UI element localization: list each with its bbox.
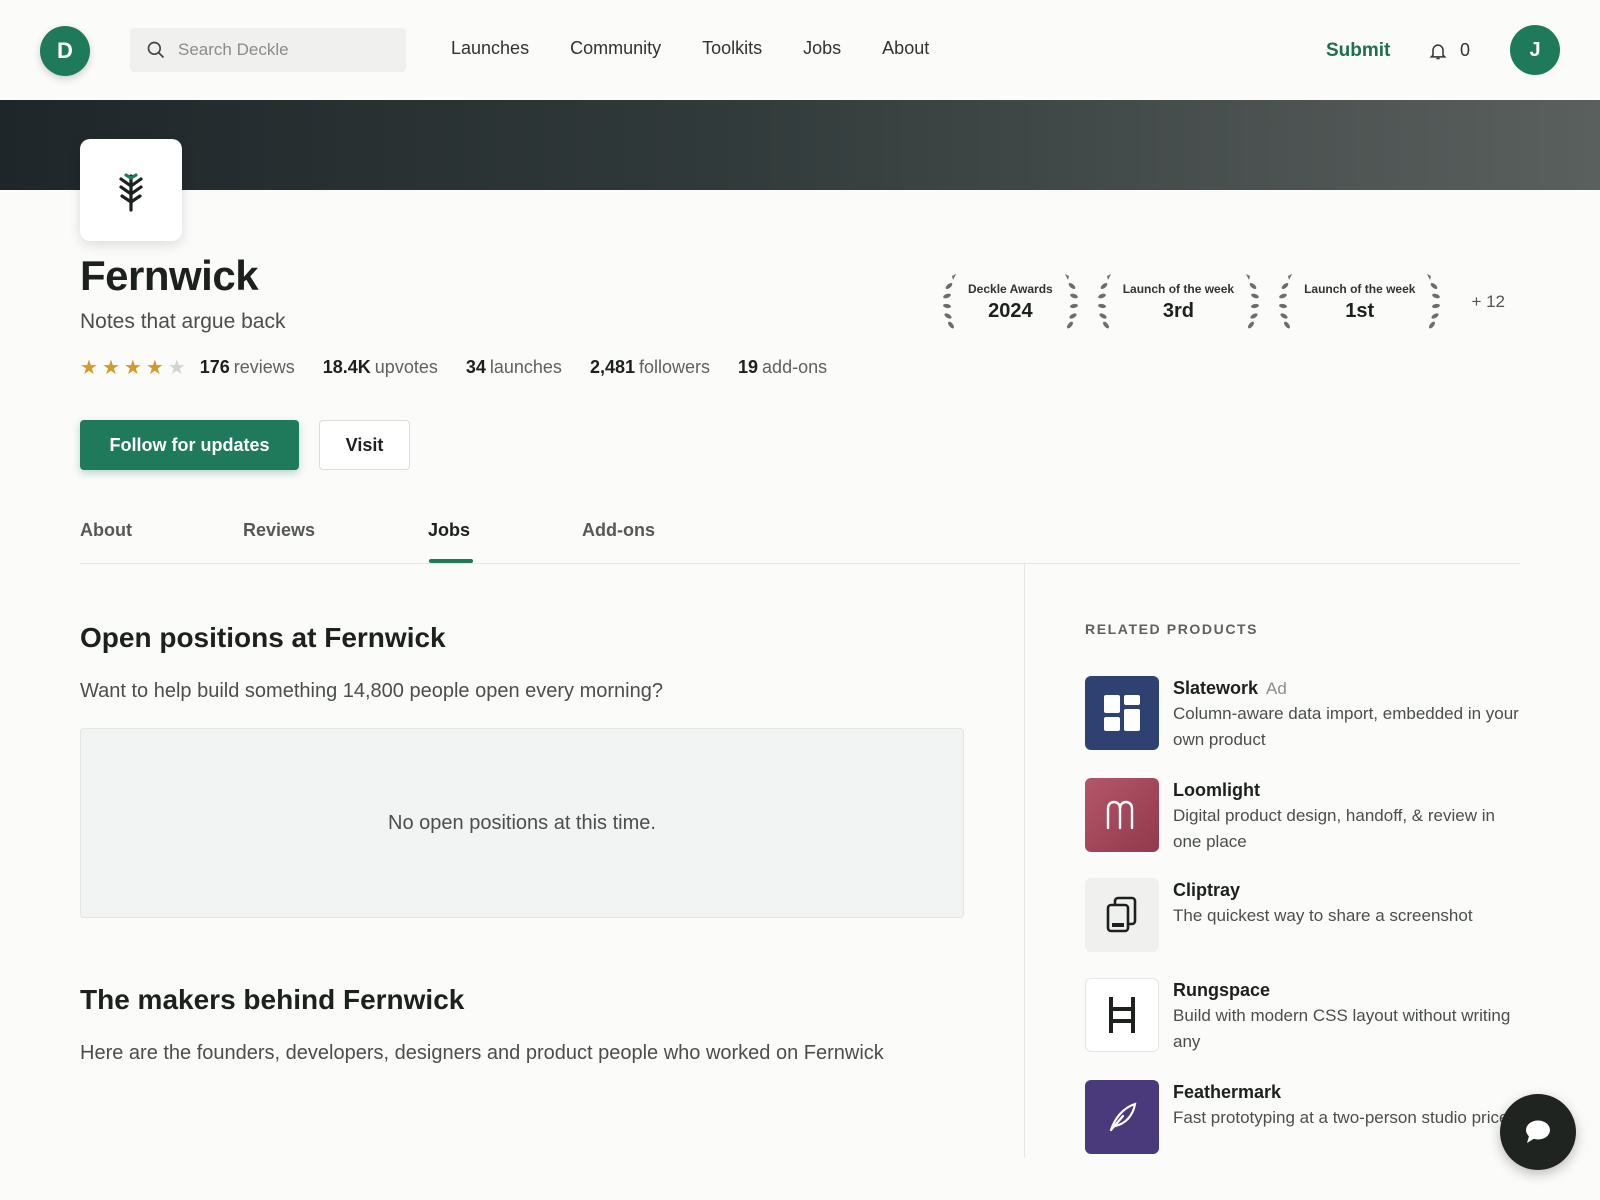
award-badge[interactable]: Deckle Awards 2024: [938, 272, 1083, 332]
laurel-right-icon: [1427, 274, 1441, 329]
feather-icon: [1085, 1080, 1159, 1154]
ad-label: Ad: [1266, 679, 1287, 698]
related-product-desc: Column-aware data import, embedded in yo…: [1173, 704, 1519, 749]
related-product-name: Cliptray: [1173, 880, 1241, 900]
nav-toolkits[interactable]: Toolkits: [702, 38, 762, 59]
follow-button[interactable]: Follow for updates: [80, 420, 299, 470]
related-product-item[interactable]: Slatework Ad Column-aware data import, em…: [1085, 676, 1525, 753]
related-product-desc: Build with modern CSS layout without wri…: [1173, 1006, 1511, 1051]
chat-button[interactable]: [1500, 1094, 1576, 1170]
star-icon: ★: [80, 356, 98, 379]
jobs-empty-text: No open positions at this time.: [388, 811, 656, 834]
column-divider: [1024, 564, 1025, 1158]
stat-launches[interactable]: 34 launches: [466, 357, 562, 378]
related-product-desc: The quickest way to share a screenshot: [1173, 906, 1473, 925]
stat-upvotes: 18.4K upvotes: [322, 357, 438, 377]
letter-m-icon: [1085, 778, 1159, 852]
award-value: 1st: [1345, 299, 1375, 322]
makers-heading: The makers behind Fernwick: [80, 984, 465, 1015]
related-product-desc: Digital product design, handoff, & revie…: [1173, 806, 1495, 851]
laurel-right-icon: [1064, 274, 1078, 329]
active-tab-indicator: [429, 559, 473, 563]
search-icon: [147, 41, 165, 59]
star-icon: ★: [101, 356, 120, 379]
product-title: Fernwick: [80, 252, 259, 299]
tab-about[interactable]: About: [80, 520, 132, 541]
award-value: 2024: [988, 299, 1033, 322]
jobs-empty-state: No open positions at this time.: [80, 728, 964, 918]
deckle-logo[interactable]: D: [40, 26, 90, 76]
tab-jobs[interactable]: Jobs: [428, 520, 470, 541]
award-badge[interactable]: Launch of the week 3rd: [1093, 272, 1264, 332]
main-nav: Launches Community Toolkits Jobs About: [451, 38, 929, 59]
award-title: Launch of the week: [1122, 281, 1235, 296]
ladder-h-icon: [1085, 978, 1159, 1052]
nav-community[interactable]: Community: [570, 38, 661, 59]
makers-intro: Here are the founders, developers, desig…: [80, 1042, 884, 1064]
product-logo: [80, 139, 182, 241]
product-stats: ★ ★ ★ ★ ★ 176 reviews 18.4K upvotes 34 launches…: [80, 357, 855, 378]
star-icon: ★: [167, 356, 186, 379]
awards-more-link[interactable]: + 12: [1471, 292, 1505, 312]
related-products-heading: RELATED PRODUCTS: [1085, 621, 1259, 637]
user-avatar[interactable]: J: [1510, 25, 1560, 75]
related-product-item[interactable]: Loomlight Digital product design, handof…: [1085, 778, 1525, 855]
related-product-item[interactable]: Rungspace Build with modern CSS layout w…: [1085, 978, 1525, 1055]
search-input[interactable]: [178, 40, 398, 60]
laurel-left-icon: [943, 274, 956, 329]
notification-count: 0: [1460, 40, 1471, 60]
award-badge[interactable]: Launch of the week 1st: [1274, 272, 1445, 332]
tab-reviews[interactable]: Reviews: [243, 520, 315, 541]
product-tabs: About Reviews Jobs Add-ons: [80, 514, 1520, 564]
nav-launches[interactable]: Launches: [451, 38, 529, 59]
laurel-right-icon: [1246, 274, 1260, 329]
submit-link[interactable]: Submit: [1326, 40, 1390, 62]
dashboard-tiles-icon: [1085, 676, 1159, 750]
chat-bubble-icon: [1526, 1120, 1550, 1143]
nav-jobs[interactable]: Jobs: [803, 38, 841, 59]
related-product-name: Loomlight: [1173, 780, 1260, 800]
rating-stars: ★ ★ ★ ★ ★: [80, 358, 186, 378]
related-product-desc: Fast prototyping at a two-person studio …: [1173, 1108, 1509, 1127]
related-product-name: Slatework: [1173, 678, 1259, 698]
awards-row: Deckle Awards 2024 Launch of the week 3r…: [938, 272, 1505, 332]
nav-about[interactable]: About: [882, 38, 929, 59]
jobs-heading: Open positions at Fernwick: [80, 622, 446, 653]
related-product-item[interactable]: Feathermark Fast prototyping at a two-pe…: [1085, 1080, 1525, 1154]
star-icon: ★: [145, 356, 164, 379]
related-product-name: Feathermark: [1173, 1082, 1282, 1102]
stat-reviews[interactable]: 176 reviews: [200, 357, 295, 378]
product-banner: [0, 100, 1600, 190]
fern-icon: [119, 173, 143, 212]
top-navigation-bar: D Launches Community Toolkits Jobs About…: [0, 0, 1600, 100]
stacked-screens-icon: [1085, 878, 1159, 952]
product-tagline: Notes that argue back: [80, 310, 286, 333]
award-title: Launch of the week: [1304, 281, 1416, 296]
search-box[interactable]: [130, 28, 406, 72]
related-product-name: Rungspace: [1173, 980, 1271, 1000]
jobs-intro: Want to help build something 14,800 peop…: [80, 680, 663, 702]
award-title: Deckle Awards: [968, 281, 1053, 296]
tab-addons[interactable]: Add-ons: [582, 520, 655, 541]
related-product-item[interactable]: Cliptray The quickest way to share a scr…: [1085, 878, 1525, 952]
laurel-left-icon: [1097, 274, 1111, 329]
stat-addons[interactable]: 19 add-ons: [738, 357, 827, 378]
laurel-left-icon: [1279, 274, 1293, 329]
visit-button[interactable]: Visit: [319, 420, 410, 470]
bell-icon: [1429, 43, 1447, 59]
notifications-button[interactable]: 0: [1428, 40, 1470, 61]
star-icon: ★: [123, 356, 142, 379]
stat-followers: 2,481 followers: [589, 357, 711, 377]
award-value: 3rd: [1162, 299, 1194, 322]
